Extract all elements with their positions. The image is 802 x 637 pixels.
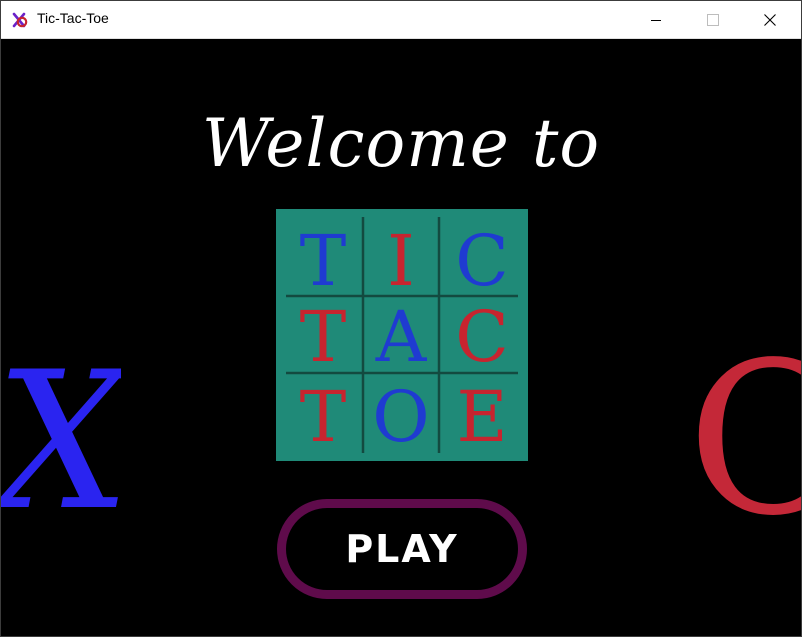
tic-tac-toe-logo: T I C T A C T O E [276,209,528,461]
logo-letter-7: T [300,376,347,458]
title-bar[interactable]: Tic-Tac-Toe [1,1,801,39]
o-mark-decoration: O [687,334,801,539]
x-mark-glyph: X [1,357,121,537]
logo-letter-3: C [455,220,509,302]
minimize-icon [651,19,661,21]
x-mark-decoration: X [1,357,121,537]
logo-letter-2: I [387,220,415,302]
logo-letter-9: E [456,376,507,458]
welcome-heading: Welcome to [201,105,601,182]
logo-letter-5: A [375,296,428,378]
close-icon [764,13,776,26]
play-button-label: PLAY [345,527,459,571]
game-canvas: Welcome to T I C T A C T O E X [1,39,801,637]
logo-letter-4: T [300,296,347,378]
close-button[interactable] [747,1,793,38]
minimize-button[interactable] [633,1,679,38]
play-button[interactable]: PLAY [277,499,527,599]
logo-letter-6: C [455,296,509,378]
maximize-button[interactable] [690,1,736,38]
maximize-icon [707,13,719,26]
o-mark-glyph: O [687,334,801,539]
window-title: Tic-Tac-Toe [37,10,109,26]
logo-letter-8: O [372,376,429,458]
tic-tac-toe-app-icon [11,11,29,29]
logo-letter-1: T [300,220,347,302]
game-window: Tic-Tac-Toe Welcome to T I C T A C T O E… [0,0,802,637]
